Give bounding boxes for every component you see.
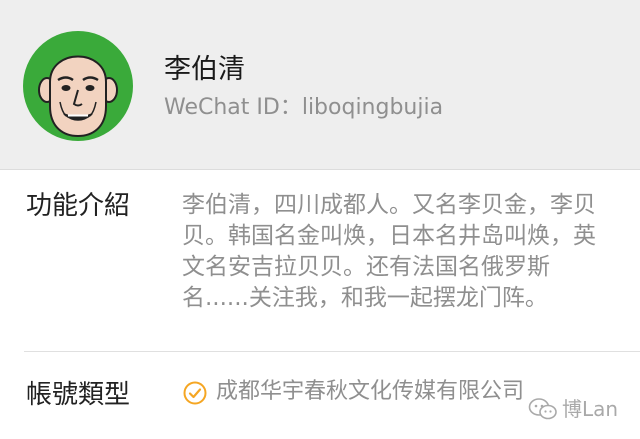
wechat-logo-icon: [528, 398, 557, 420]
watermark-text: 博Lan: [562, 397, 619, 421]
intro-label: 功能介紹: [26, 191, 131, 221]
verified-check-icon: [183, 381, 207, 405]
watermark: 博Lan: [528, 392, 618, 426]
intro-text: 李伯清，四川成都人。又名李贝金，李贝贝。韩国名金叫焕，日本名井岛叫焕，英文名安吉…: [182, 192, 596, 311]
intro-row: 功能介紹 李伯清，四川成都人。又名李贝金，李贝贝。韩国名金叫焕，日本名井岛叫焕，…: [0, 170, 640, 351]
wechat-id: WeChat ID：liboqingbujia: [164, 95, 444, 120]
avatar[interactable]: [22, 30, 134, 142]
profile-name: 李伯清: [164, 54, 245, 85]
profile-header: 李伯清 WeChat ID：liboqingbujia: [0, 0, 640, 170]
account-type-label: 帳號類型: [26, 380, 131, 410]
account-type-value[interactable]: 成都华宇春秋文化传媒有限公司: [216, 377, 524, 407]
cartoon-face-avatar-icon: [23, 31, 133, 141]
